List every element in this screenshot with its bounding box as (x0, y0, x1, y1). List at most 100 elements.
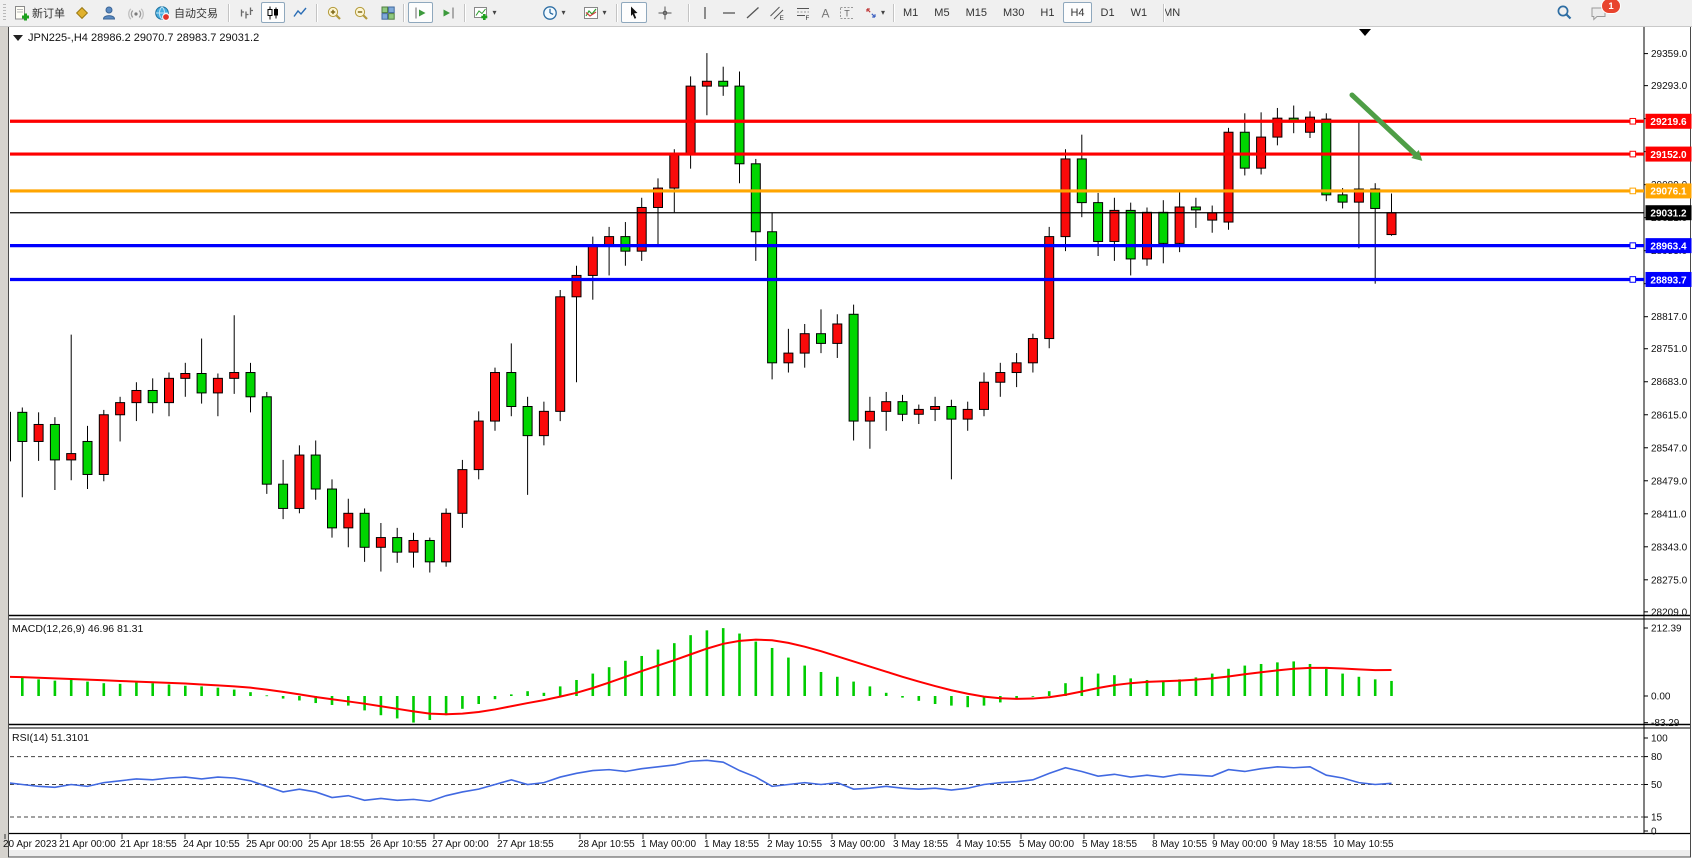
timeframe-H1[interactable]: H1 (1033, 2, 1061, 23)
cursor-tool-button[interactable] (621, 2, 647, 23)
chart-shift-button[interactable] (435, 2, 460, 23)
zoom-out-icon (353, 5, 369, 21)
svg-text:29152.0: 29152.0 (1650, 150, 1687, 161)
svg-text:28615.0: 28615.0 (1651, 410, 1688, 421)
auto-scroll-button[interactable] (408, 2, 433, 23)
svg-text:1 May 18:55: 1 May 18:55 (704, 839, 759, 850)
svg-text:29219.6: 29219.6 (1650, 117, 1687, 128)
signal-icon (128, 5, 144, 21)
toolbar-separator (464, 4, 466, 22)
svg-text:20 Apr 2023: 20 Apr 2023 (3, 839, 57, 850)
svg-text:4 May 10:55: 4 May 10:55 (956, 839, 1011, 850)
autotrade-button[interactable]: 自动交易 (150, 2, 222, 23)
cursor-icon (626, 5, 642, 21)
vertical-line-tool-button[interactable] (693, 2, 715, 23)
level-line-handle[interactable] (1630, 188, 1636, 194)
dropdown-caret-icon: ▾ (881, 9, 885, 17)
svg-text:3 May 18:55: 3 May 18:55 (893, 839, 948, 850)
search-button[interactable] (1550, 2, 1578, 23)
svg-text:5 May 00:00: 5 May 00:00 (1019, 839, 1074, 850)
horizontal-line-tool-button[interactable] (717, 2, 739, 23)
timeframe-M5[interactable]: M5 (927, 2, 956, 23)
tile-windows-button[interactable] (375, 2, 400, 23)
line-chart-button[interactable] (288, 2, 312, 23)
autotrade-globe-icon (154, 5, 171, 21)
chart-area[interactable]: 29359.029293.029225.029157.029089.029021… (0, 0, 1692, 858)
timeframes-clock-button[interactable]: ▾ (538, 2, 570, 23)
arrows-icon (863, 5, 878, 21)
svg-text:E: E (780, 15, 785, 21)
level-line-handle[interactable] (1630, 151, 1636, 157)
svg-text:50: 50 (1651, 780, 1663, 791)
svg-text:28963.4: 28963.4 (1650, 241, 1687, 252)
svg-text:9 May 00:00: 9 May 00:00 (1212, 839, 1267, 850)
svg-text:28479.0: 28479.0 (1651, 476, 1688, 487)
svg-text:15: 15 (1651, 813, 1663, 824)
autotrade-label: 自动交易 (174, 5, 218, 21)
svg-text:29076.1: 29076.1 (1650, 187, 1687, 198)
new-chart-button[interactable]: ▾ (469, 2, 501, 23)
dropdown-caret-icon: ▾ (561, 9, 565, 17)
svg-text:A: A (822, 6, 830, 20)
fibonacci-tool-button[interactable]: F (791, 2, 813, 23)
candlestick-chart-button[interactable] (261, 2, 285, 23)
indicators-icon (583, 5, 599, 21)
new-order-button[interactable]: 新订单 (9, 2, 69, 23)
timeframe-M15[interactable]: M15 (959, 2, 994, 23)
svg-text:27 Apr 18:55: 27 Apr 18:55 (497, 839, 554, 850)
new-order-label: 新订单 (32, 5, 65, 21)
level-line-handle[interactable] (1630, 118, 1636, 124)
svg-text:28817.0: 28817.0 (1651, 312, 1688, 323)
bar-chart-button[interactable] (234, 2, 258, 23)
horizontal-line-icon (721, 5, 735, 21)
zoom-in-button[interactable] (321, 2, 346, 23)
svg-text:9 May 18:55: 9 May 18:55 (1272, 839, 1327, 850)
rsi-label: RSI(14) 51.3101 (12, 732, 89, 744)
svg-text:3 May 00:00: 3 May 00:00 (830, 839, 885, 850)
auto-scroll-icon (413, 5, 429, 21)
svg-text:28343.0: 28343.0 (1651, 542, 1688, 553)
main-toolbar: 新订单 自动交易 (0, 0, 1692, 27)
clock-icon (542, 5, 558, 21)
svg-text:10 May 10:55: 10 May 10:55 (1333, 839, 1394, 850)
timeframe-H4[interactable]: H4 (1063, 2, 1091, 23)
svg-text:0.00: 0.00 (1651, 692, 1671, 703)
vertical-line-icon (697, 5, 711, 21)
svg-text:28 Apr 10:55: 28 Apr 10:55 (578, 839, 635, 850)
profiles-button[interactable] (70, 2, 94, 23)
timeframe-D1[interactable]: D1 (1094, 2, 1122, 23)
svg-text:28547.0: 28547.0 (1651, 443, 1688, 454)
macd-label: MACD(12,26,9) 46.96 81.31 (12, 623, 143, 635)
svg-text:27 Apr 00:00: 27 Apr 00:00 (432, 839, 489, 850)
text-icon: A (818, 5, 830, 21)
bar-chart-icon (238, 5, 254, 21)
toolbar-separator (688, 4, 690, 22)
svg-text:-83.29: -83.29 (1651, 718, 1680, 729)
candlestick-chart-icon (265, 5, 281, 21)
svg-text:29293.0: 29293.0 (1651, 81, 1688, 92)
svg-text:28275.0: 28275.0 (1651, 575, 1688, 586)
text-tool-button[interactable]: A (814, 2, 834, 23)
trendline-tool-button[interactable] (741, 2, 763, 23)
toolbar-separator (616, 4, 618, 22)
notifications-button[interactable]: 1 (1582, 2, 1616, 23)
timeframe-W1[interactable]: W1 (1124, 2, 1155, 23)
svg-text:F: F (806, 15, 810, 21)
signals-button[interactable] (124, 2, 148, 23)
text-label-tool-button[interactable]: T (835, 2, 857, 23)
channel-tool-button[interactable]: E (765, 2, 789, 23)
svg-text:21 Apr 00:00: 21 Apr 00:00 (59, 839, 116, 850)
level-line-handle[interactable] (1630, 243, 1636, 249)
timeframe-MN[interactable]: MN (1156, 2, 1187, 23)
accounts-button[interactable] (97, 2, 121, 23)
level-line-handle[interactable] (1630, 277, 1636, 283)
dropdown-caret-icon: ▾ (492, 9, 496, 17)
timeframe-M30[interactable]: M30 (996, 2, 1031, 23)
equidistant-channel-icon: E (769, 5, 785, 21)
svg-text:26 Apr 10:55: 26 Apr 10:55 (370, 839, 427, 850)
timeframe-M1[interactable]: M1 (896, 2, 925, 23)
indicators-button[interactable]: ▾ (578, 2, 612, 23)
zoom-out-button[interactable] (348, 2, 373, 23)
crosshair-tool-button[interactable] (652, 2, 678, 23)
arrows-tool-button[interactable]: ▾ (859, 2, 889, 23)
